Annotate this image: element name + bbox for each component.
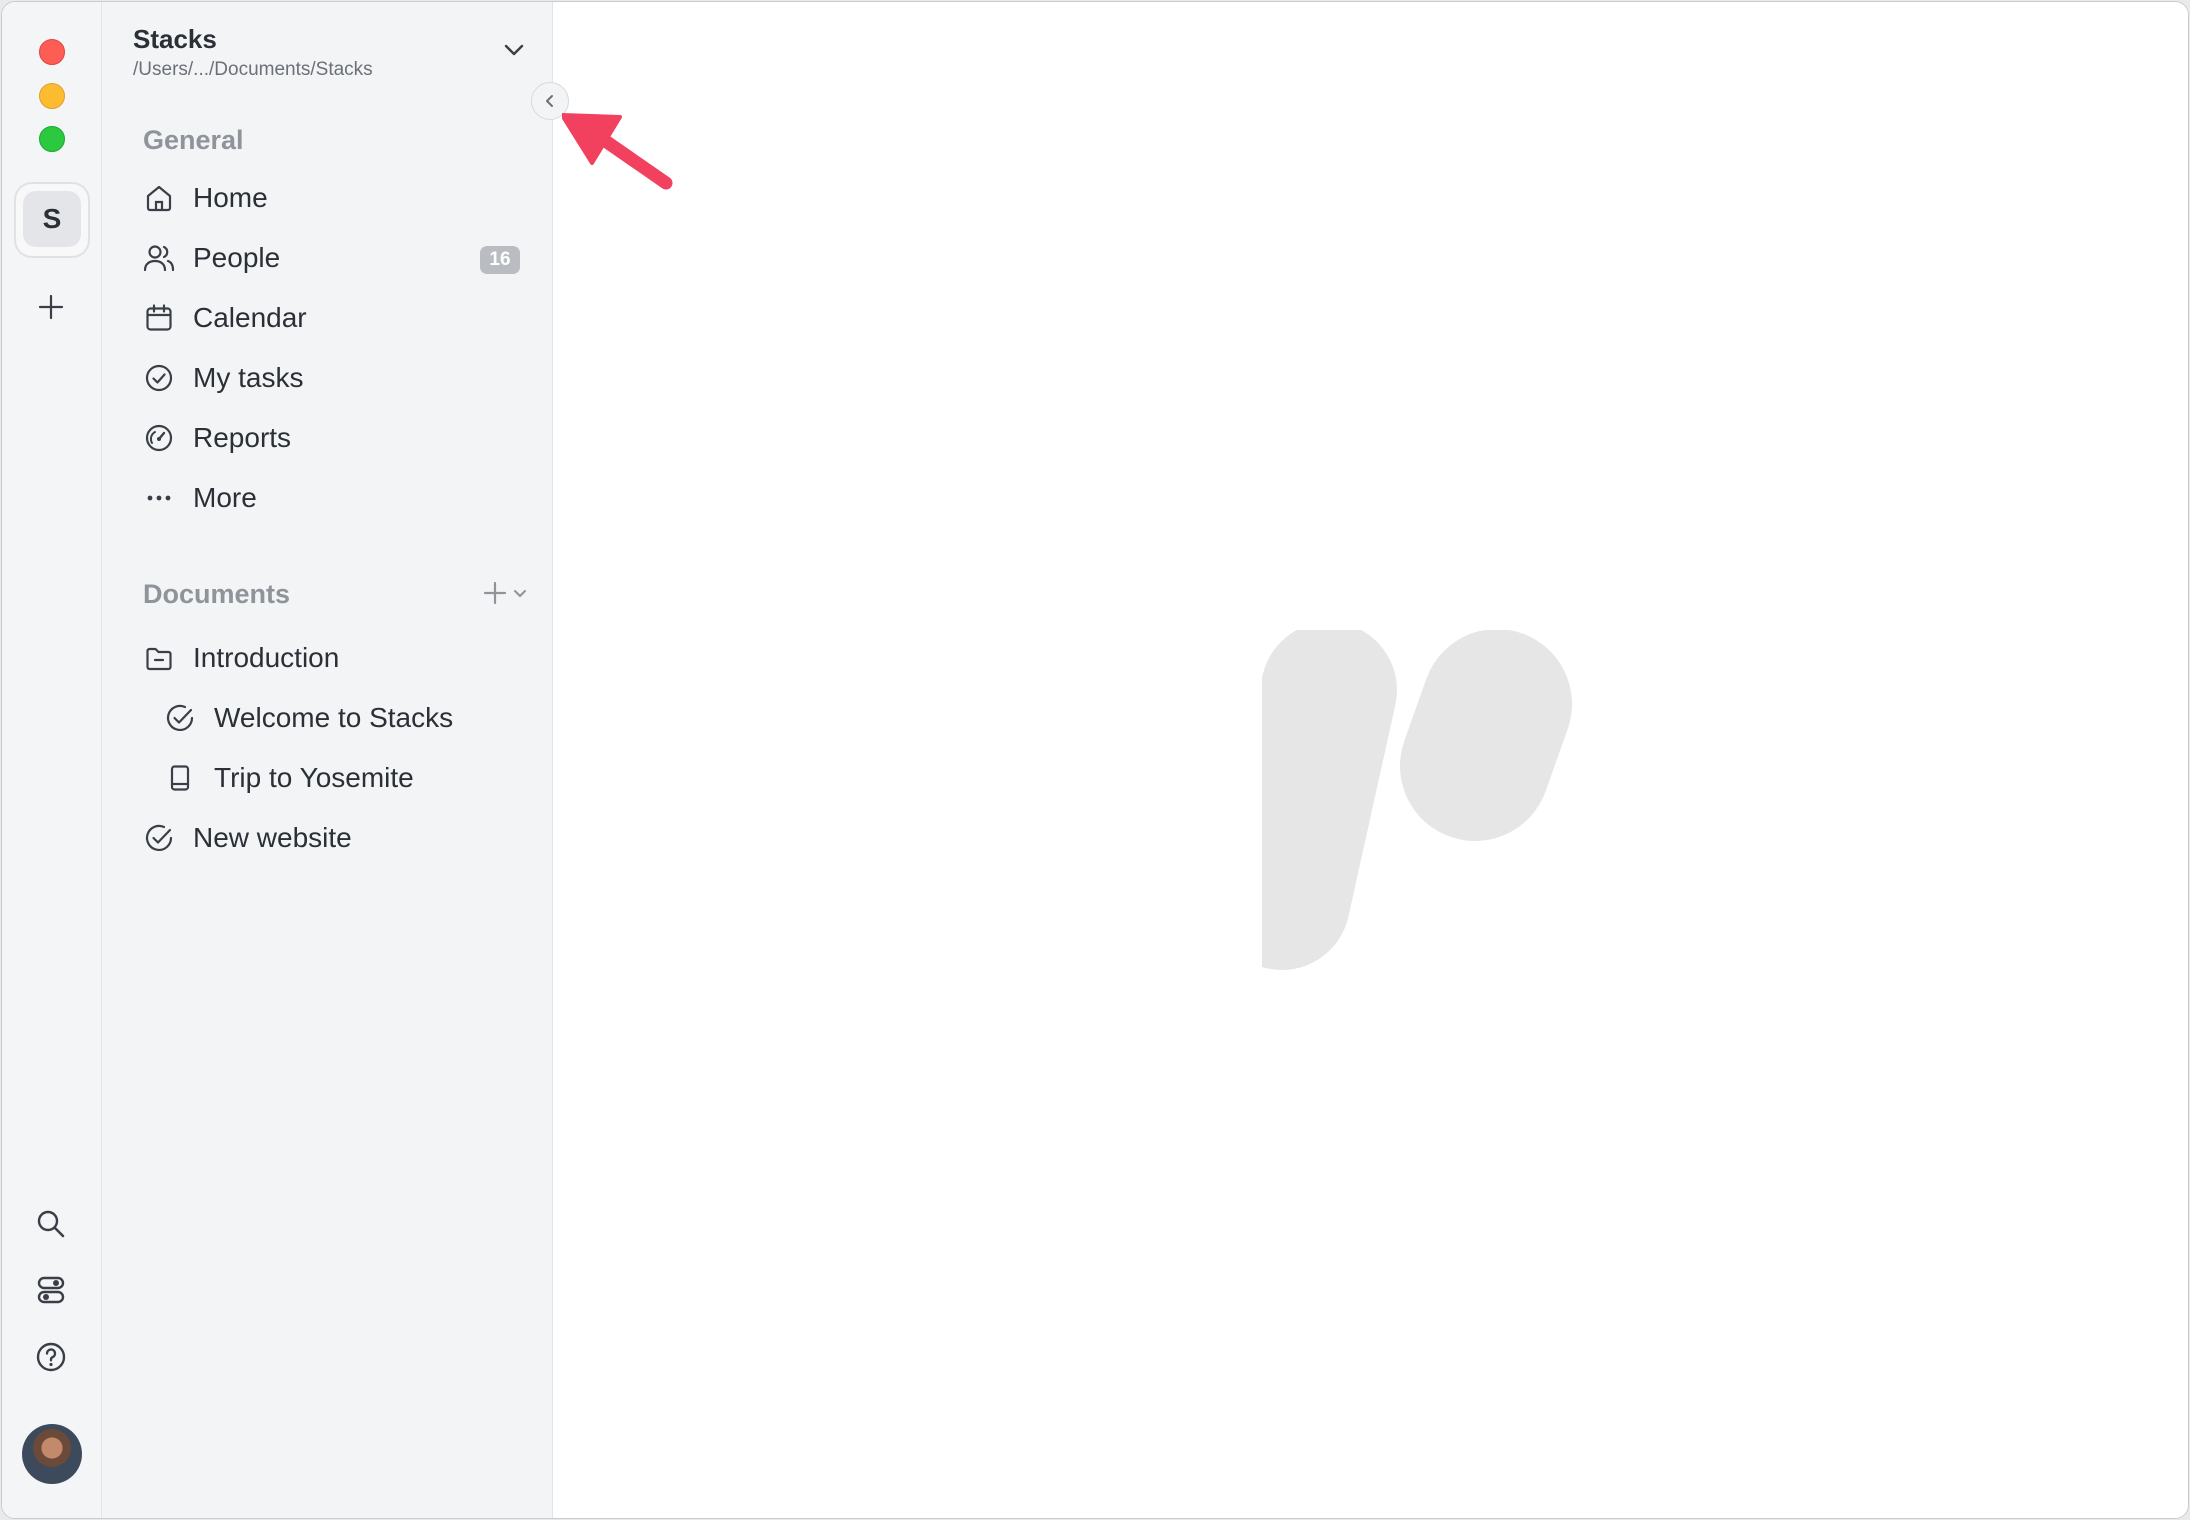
document-item-welcome[interactable]: Welcome to Stacks [164,696,453,740]
people-icon [143,242,175,274]
workspace-switcher-button[interactable]: S [23,191,81,247]
calendar-icon [143,302,175,334]
check-circle-icon [143,822,175,854]
sidebar-item-reports[interactable]: Reports [143,416,291,460]
document-item-label: Introduction [193,642,340,673]
documents-section-title: Documents [143,579,291,609]
sidebar-item-calendar[interactable]: Calendar [143,296,307,340]
help-button[interactable] [32,1338,70,1376]
general-section-title: General [143,125,244,155]
sidebar-item-label: Home [193,182,268,213]
zoom-window-button[interactable] [39,126,65,152]
app-logo-placeholder-icon [1262,630,1572,970]
search-icon [37,1210,65,1238]
folder-icon [143,642,175,674]
workspace-initial: S [42,203,62,234]
settings-toggles-icon [37,1276,65,1304]
settings-button[interactable] [32,1271,70,1309]
user-avatar[interactable] [22,1424,82,1484]
check-circle-icon [143,362,175,394]
document-item-label: Trip to Yosemite [214,762,414,793]
sidebar-item-label: Reports [193,422,292,453]
sidebar-item-label: My tasks [193,362,304,393]
home-icon [143,182,175,214]
gauge-icon [143,422,175,454]
annotation-arrow-icon [562,113,673,190]
app-window: S Stacks /Users/.../Documents/Stacks Gen… [1,1,2189,1519]
documents-actions [482,580,528,606]
check-circle-icon [164,702,196,734]
sidebar-item-my-tasks[interactable]: My tasks [143,356,303,400]
workspace-path: /Users/.../Documents/Stacks [133,59,373,80]
sidebar-item-people[interactable]: People [143,236,280,280]
sidebar-item-more[interactable]: More [143,476,257,520]
document-item-label: New website [193,822,352,853]
sidebar-item-home[interactable]: Home [143,176,268,220]
sidebar: Stacks /Users/.../Documents/Stacks Gener… [102,2,553,1518]
more-dots-icon [143,482,175,514]
document-item-new-website[interactable]: New website [143,816,352,860]
sidebar-item-label: People [193,242,281,273]
document-item-label: Welcome to Stacks [214,702,454,733]
people-count-badge: 16 [480,246,520,274]
search-button[interactable] [32,1205,70,1243]
chevron-down-icon[interactable] [512,585,528,601]
sidebar-item-label: More [193,482,257,513]
workspace-rail: S [2,2,102,1518]
book-icon [164,762,196,794]
plus-icon [38,294,64,320]
chevron-left-icon [546,95,553,107]
document-item-introduction[interactable]: Introduction [143,636,339,680]
chevron-down-icon[interactable] [502,38,526,62]
add-document-icon[interactable] [482,580,508,606]
help-icon [36,1342,66,1372]
add-workspace-button[interactable] [32,288,70,326]
minimize-window-button[interactable] [39,83,65,109]
sidebar-item-label: Calendar [193,302,307,333]
workspace-name[interactable]: Stacks [133,24,217,55]
document-item-yosemite[interactable]: Trip to Yosemite [164,756,414,800]
close-window-button[interactable] [39,39,65,65]
